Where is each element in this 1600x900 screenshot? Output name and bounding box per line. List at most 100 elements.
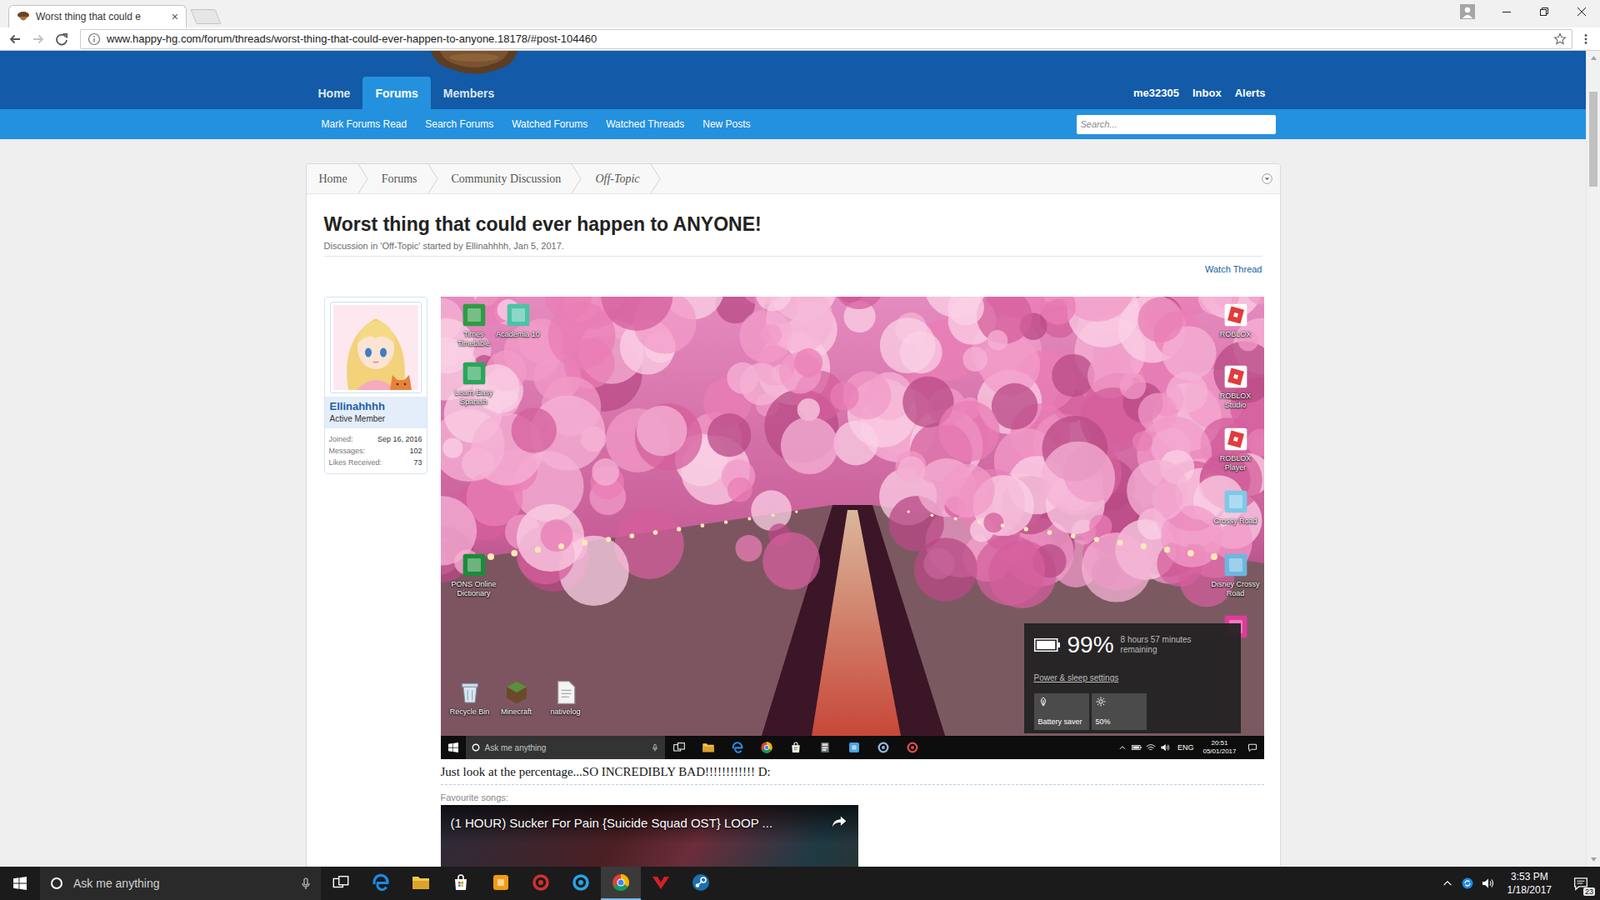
ring-icon xyxy=(530,872,551,893)
desktop-icon-label: ROBLOX Player xyxy=(1211,454,1260,473)
taskbar-app[interactable] xyxy=(520,866,561,900)
web-page: HomeForumsMembersme32305InboxAlertsMark … xyxy=(0,50,1586,867)
taskbar-app[interactable] xyxy=(480,866,521,900)
search-input[interactable] xyxy=(1076,115,1276,135)
desktop-icon[interactable]: PONS Online Dictionary xyxy=(450,551,499,599)
site-logo-icon[interactable] xyxy=(428,50,520,78)
taskbar-app[interactable] xyxy=(600,866,641,900)
desktop-icon[interactable]: ROBLOX Studio xyxy=(1211,363,1260,410)
watch-thread-link[interactable]: Watch Thread xyxy=(324,263,1263,275)
breadcrumb-item[interactable]: Home xyxy=(306,172,358,186)
subnav-link[interactable]: Watched Forums xyxy=(502,118,597,130)
user-nav-link[interactable]: Alerts xyxy=(1228,76,1273,110)
share-arrow-icon[interactable] xyxy=(830,813,849,832)
kebab-menu-icon xyxy=(1579,32,1593,46)
back-button[interactable] xyxy=(5,29,25,50)
taskbar-app[interactable] xyxy=(560,866,601,900)
screenshot-clock: 20:5105/01/2017 xyxy=(1198,739,1240,756)
clock-date: 1/18/2017 xyxy=(1507,883,1552,897)
power-settings-link[interactable]: Power & sleep settings xyxy=(1034,673,1231,684)
taskbar-app[interactable] xyxy=(440,866,481,900)
quick-tile[interactable]: Battery saver xyxy=(1034,693,1090,730)
clock[interactable]: 3:53 PM1/18/2017 xyxy=(1497,870,1562,897)
person-icon xyxy=(1460,4,1475,20)
taskbar-app[interactable] xyxy=(360,866,401,900)
nav-tab[interactable]: Members xyxy=(430,76,507,110)
wifi-icon xyxy=(1145,743,1156,752)
user-title: Active Member xyxy=(330,413,422,425)
ring-icon xyxy=(570,872,591,893)
tray-app-button[interactable] xyxy=(1457,876,1478,890)
chrome-icon xyxy=(610,872,631,893)
notification-icon xyxy=(1247,742,1258,753)
desktop-icon[interactable]: Crossy Road xyxy=(1211,488,1260,526)
battery-remaining: 8 hours 57 minutes remaining xyxy=(1120,635,1215,655)
show-hidden-icons-button[interactable] xyxy=(1437,877,1458,890)
avatar[interactable] xyxy=(330,301,422,394)
desktop-screenshot: Times TimetableAcademia 10 Learn Easy Spa… xyxy=(440,296,1265,760)
tab-close-button[interactable]: × xyxy=(171,10,179,23)
scroll-down-button[interactable] xyxy=(1586,852,1600,867)
subnav-link[interactable]: Mark Forums Read xyxy=(312,118,417,130)
username-link[interactable]: Ellinahhhh xyxy=(330,400,422,414)
calculator-icon xyxy=(818,740,832,755)
task-view-button[interactable] xyxy=(320,866,361,900)
subnav-link[interactable]: New Posts xyxy=(693,118,760,130)
browser-toolbar: www.happy-hg.com/forum/threads/worst-thi… xyxy=(0,27,1600,51)
subnav-link[interactable]: Search Forums xyxy=(415,118,503,130)
desktop-icon[interactable]: Disney Crossy Road xyxy=(1211,551,1260,599)
desktop-icon[interactable]: Learn Easy Spanish xyxy=(450,360,499,407)
desktop: Times TimetableAcademia 10 Learn Easy Spa… xyxy=(440,296,1265,736)
desktop-icon[interactable]: Times Timetable xyxy=(450,301,499,349)
roblox-icon xyxy=(1222,425,1250,453)
user-nav-link[interactable]: me32305 xyxy=(1126,76,1186,110)
cortana-search-box[interactable]: Ask me anything xyxy=(40,866,321,900)
address-bar[interactable]: www.happy-hg.com/forum/threads/worst-thi… xyxy=(80,29,1573,50)
breadcrumb-item[interactable]: Community Discussion xyxy=(439,172,572,186)
desktop-icon[interactable]: nativelog xyxy=(541,679,590,717)
menu-button[interactable] xyxy=(1575,29,1596,50)
youtube-video[interactable]: (1 HOUR) Sucker For Pain {Suicide Squad … xyxy=(440,805,859,867)
browser-tab[interactable]: Worst thing that could e× xyxy=(8,5,187,28)
close-button[interactable] xyxy=(1562,0,1600,24)
breadcrumb-menu[interactable] xyxy=(1261,173,1273,185)
info-icon[interactable] xyxy=(87,32,101,46)
battery-icon xyxy=(1034,638,1061,652)
url-text[interactable]: www.happy-hg.com/forum/threads/worst-thi… xyxy=(106,32,1548,45)
desktop-icon[interactable]: Academia 10 xyxy=(494,301,543,340)
cortana-circle-icon xyxy=(50,876,64,890)
profile-button[interactable] xyxy=(1450,0,1485,24)
stat-value: 73 xyxy=(413,456,422,469)
scroll-thumb[interactable] xyxy=(1589,91,1598,187)
action-center-button[interactable]: 23 xyxy=(1561,866,1600,900)
video-title[interactable]: (1 HOUR) Sucker For Pain {Suicide Squad … xyxy=(450,815,822,830)
signature-label: Favourite songs: xyxy=(440,791,1265,804)
microphone-icon[interactable] xyxy=(299,876,313,890)
taskbar-app[interactable] xyxy=(400,866,441,900)
reload-button[interactable] xyxy=(51,29,72,50)
breadcrumb-item[interactable]: Off-Topic xyxy=(582,172,650,186)
forward-button[interactable] xyxy=(28,29,49,50)
desktop-icon[interactable]: Recycle Bin xyxy=(445,679,495,717)
start-button[interactable] xyxy=(0,866,40,900)
nav-tab[interactable]: Forums xyxy=(362,76,430,110)
nav-tab[interactable]: Home xyxy=(305,76,364,110)
vertical-scrollbar[interactable] xyxy=(1585,50,1600,867)
quick-tile[interactable]: 50% xyxy=(1091,693,1147,730)
minimize-button[interactable] xyxy=(1487,0,1525,24)
desktop-icon[interactable]: ROBLOX xyxy=(1211,301,1260,340)
breadcrumb-item[interactable]: Forums xyxy=(369,172,428,186)
desktop-icon[interactable]: ROBLOX Player xyxy=(1211,425,1260,473)
taskbar-app[interactable] xyxy=(640,866,681,900)
desktop-icon[interactable]: Minecraft xyxy=(492,679,541,717)
roblox-icon xyxy=(1222,363,1250,390)
restore-button[interactable] xyxy=(1525,0,1563,24)
volume-button[interactable] xyxy=(1477,876,1498,890)
scroll-up-button[interactable] xyxy=(1586,50,1600,65)
taskbar-app[interactable] xyxy=(680,866,721,900)
subnav-link[interactable]: Watched Threads xyxy=(596,118,694,130)
user-nav-link[interactable]: Inbox xyxy=(1185,76,1229,110)
post: EllinahhhhActive MemberJoined:Sep 16, 20… xyxy=(324,296,1263,867)
new-tab-button[interactable] xyxy=(190,9,221,25)
bookmark-star-icon[interactable] xyxy=(1553,32,1567,46)
